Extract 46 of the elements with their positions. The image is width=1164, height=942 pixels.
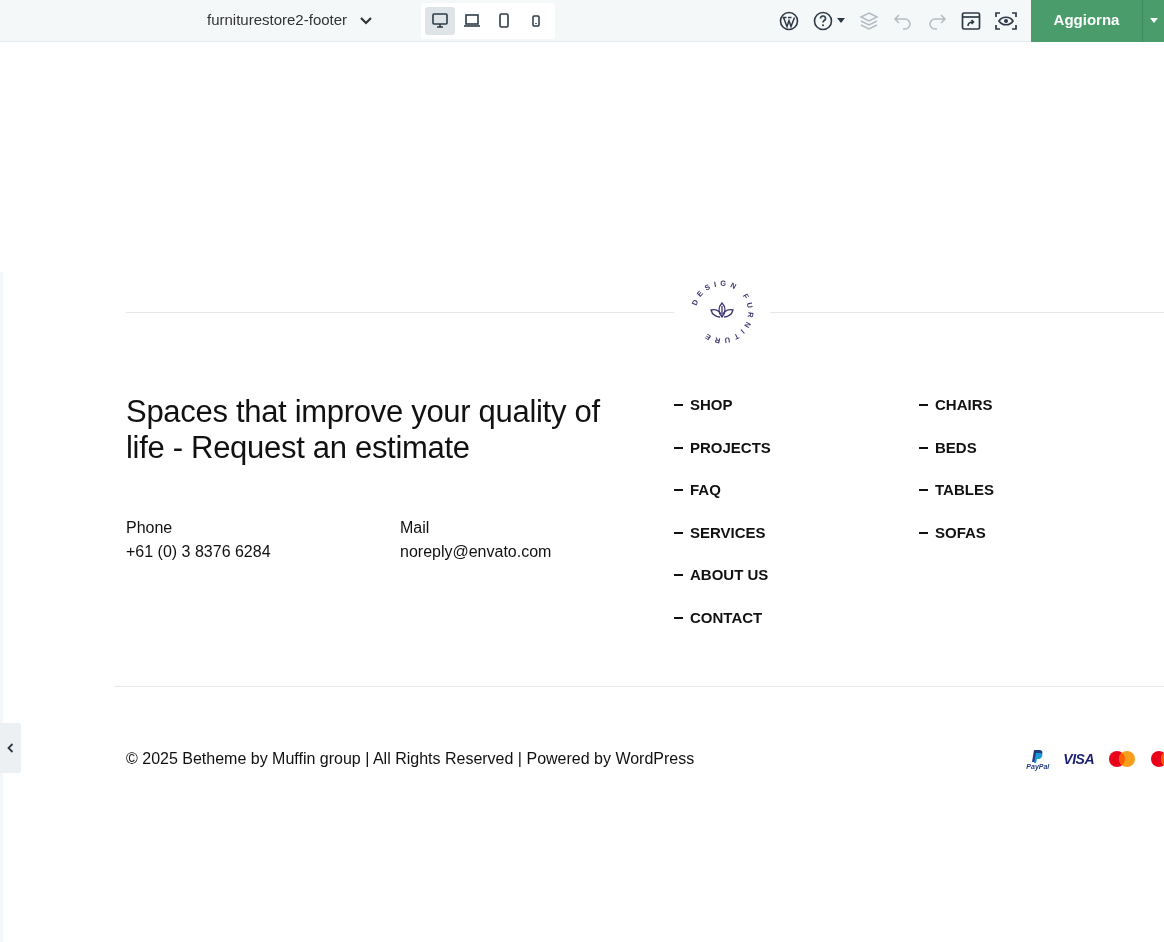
dash-icon <box>674 531 683 534</box>
dash-icon <box>919 531 928 534</box>
footer-menu-link[interactable]: TABLES <box>919 469 1164 512</box>
dash-icon <box>674 616 683 619</box>
footer-menu-link[interactable]: PROJECTS <box>674 426 919 469</box>
copyright-text: © 2025 Betheme by Muffin group | All Rights Reserved | Powered by WordPress <box>126 749 695 769</box>
footer-menu-link[interactable]: SERVICES <box>674 511 919 554</box>
footer-menu-link[interactable]: BEDS <box>919 426 1164 469</box>
contact-value: +61 (0) 3 8376 6284 <box>126 542 272 562</box>
preview-button[interactable] <box>995 10 1017 31</box>
footer-menu-link[interactable]: FAQ <box>674 469 919 512</box>
help-icon <box>813 10 833 31</box>
footer-heading: Spaces that improve your quality of life - Request an estimate <box>126 394 602 466</box>
contact-label: Phone <box>126 518 174 538</box>
dash-icon <box>674 489 683 492</box>
dash-icon <box>674 404 683 407</box>
chevron-down-icon <box>359 15 374 26</box>
caret-icon <box>837 17 845 24</box>
footer-menu-link[interactable]: SOFAS <box>919 511 1164 554</box>
dash-icon <box>674 574 683 577</box>
chevron-left-icon <box>7 743 14 753</box>
contact-label: Mail <box>400 518 431 538</box>
dash-icon <box>674 446 683 449</box>
dash-icon <box>919 446 928 449</box>
visa-logo: VISA <box>1063 749 1094 769</box>
laptop-icon <box>463 12 482 29</box>
template-selector[interactable]: furniturestore2-footer <box>207 9 374 32</box>
wordpress-icon <box>779 10 799 31</box>
help-button[interactable] <box>813 10 845 31</box>
card-logo-icon <box>1108 750 1136 768</box>
layers-icon <box>859 10 879 31</box>
dash-icon <box>919 404 928 407</box>
dash-icon <box>919 489 928 492</box>
footer-menu-link[interactable]: CONTACT <box>674 596 919 639</box>
contact-value: noreply@envato.com <box>400 542 553 562</box>
wordpress-button[interactable] <box>779 10 799 31</box>
desktop-icon <box>431 12 450 29</box>
caret-icon <box>1149 17 1158 24</box>
sidebar-toggle[interactable] <box>0 723 21 773</box>
preview-icon <box>995 10 1017 31</box>
device-button[interactable] <box>425 6 456 35</box>
export-button[interactable] <box>961 10 981 31</box>
footer-menu-link[interactable]: SHOP <box>674 384 919 427</box>
footer-menu-link[interactable]: CHAIRS <box>919 384 1164 427</box>
update-menu-button[interactable] <box>1142 0 1164 42</box>
footer-menu-link[interactable]: ABOUT US <box>674 554 919 597</box>
